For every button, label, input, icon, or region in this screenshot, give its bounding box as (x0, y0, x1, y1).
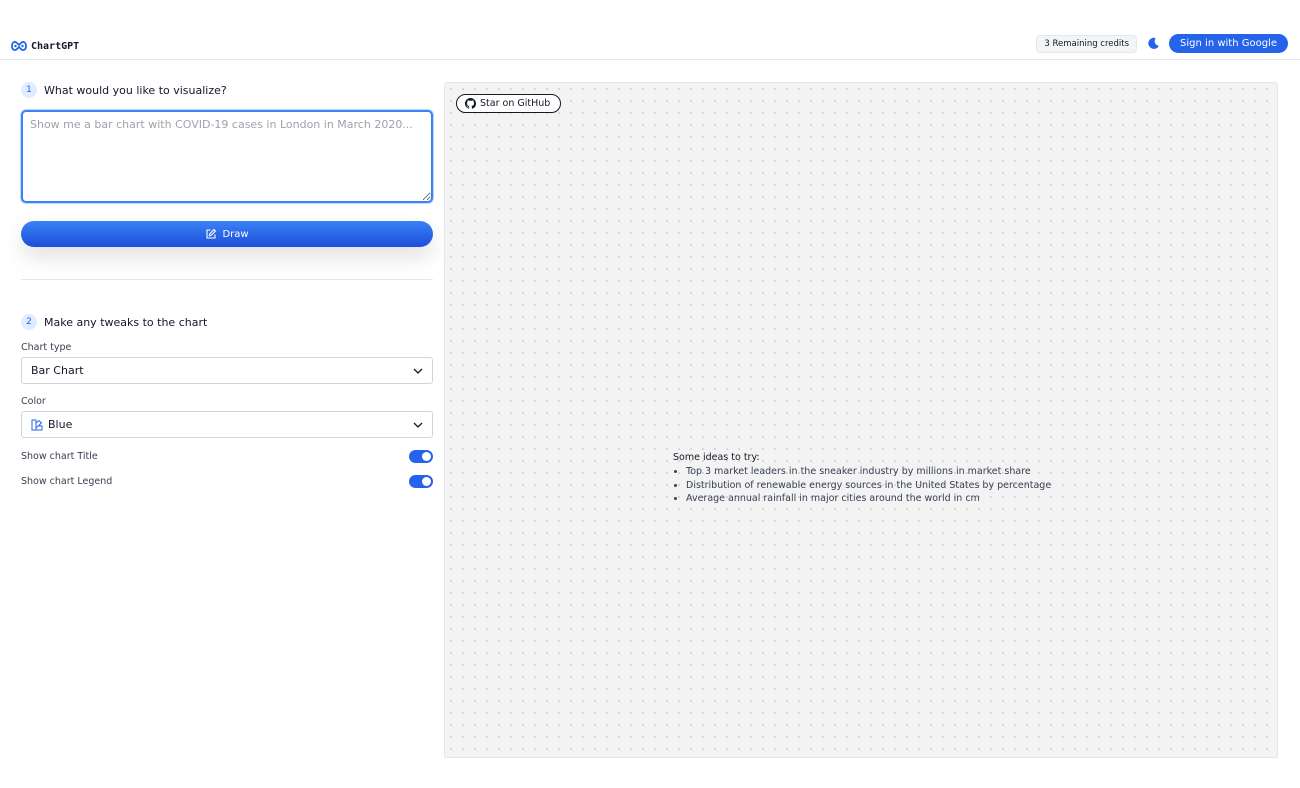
step-number: 1 (21, 82, 37, 98)
chart-type-value: Bar Chart (31, 364, 84, 377)
header-actions: 3 Remaining credits Sign in with Google (1036, 34, 1288, 53)
show-legend-toggle[interactable] (409, 475, 433, 488)
draw-button[interactable]: Draw (21, 221, 433, 247)
github-button-label: Star on GitHub (480, 98, 551, 109)
app-header: ChartGPT 3 Remaining credits Sign in wit… (0, 0, 1300, 60)
moon-icon (1147, 37, 1159, 49)
chevron-down-icon (413, 368, 423, 374)
show-legend-row: Show chart Legend (21, 475, 433, 488)
control-panel: 1 What would you like to visualize? Draw… (21, 82, 433, 488)
chart-canvas: Star on GitHub Some ideas to try: Top 3 … (444, 82, 1278, 758)
step-1-heading: 1 What would you like to visualize? (21, 82, 433, 98)
ideas-title: Some ideas to try: (673, 452, 760, 463)
star-on-github-button[interactable]: Star on GitHub (456, 94, 562, 113)
chevron-down-icon (413, 422, 423, 428)
show-legend-label: Show chart Legend (21, 476, 113, 487)
github-icon (465, 98, 476, 109)
color-label: Color (21, 396, 46, 407)
chart-type-label: Chart type (21, 342, 72, 353)
draw-button-label: Draw (222, 228, 249, 240)
chartgpt-logo-icon (11, 37, 27, 56)
logo-text: ChartGPT (31, 41, 80, 52)
ideas-list: Top 3 market leaders in the sneaker indu… (673, 465, 1051, 506)
logo[interactable]: ChartGPT (11, 37, 79, 56)
section-divider (21, 279, 433, 280)
step-title: Make any tweaks to the chart (44, 315, 208, 329)
color-select[interactable]: Blue (21, 411, 433, 438)
ideas-panel: Some ideas to try: Top 3 market leaders … (673, 452, 1051, 506)
show-title-row: Show chart Title (21, 450, 433, 463)
sign-in-google-button[interactable]: Sign in with Google (1169, 34, 1288, 53)
pencil-square-icon (206, 228, 217, 239)
credits-badge: 3 Remaining credits (1036, 34, 1138, 53)
step-title: What would you like to visualize? (44, 83, 227, 97)
show-title-toggle[interactable] (409, 450, 433, 463)
prompt-input[interactable] (21, 110, 433, 203)
step-2-heading: 2 Make any tweaks to the chart (21, 314, 433, 330)
idea-item[interactable]: Average annual rainfall in major cities … (686, 492, 1051, 506)
show-title-label: Show chart Title (21, 451, 98, 462)
idea-item[interactable]: Top 3 market leaders in the sneaker indu… (686, 465, 1051, 479)
dark-mode-toggle[interactable] (1145, 36, 1161, 52)
color-swatch-icon (31, 419, 43, 430)
chart-type-select[interactable]: Bar Chart (21, 357, 433, 384)
idea-item[interactable]: Distribution of renewable energy sources… (686, 479, 1051, 493)
color-value: Blue (48, 418, 73, 431)
step-number: 2 (21, 314, 37, 330)
